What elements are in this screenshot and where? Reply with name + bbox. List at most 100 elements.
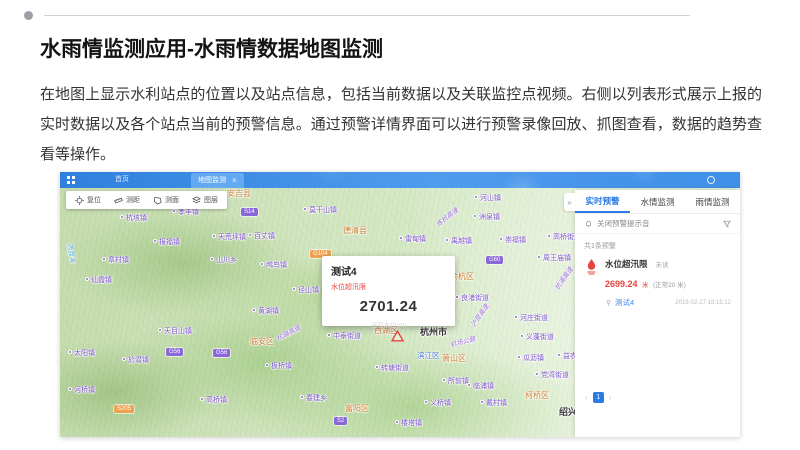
map-road-label: 杭瑞高速 [276, 325, 302, 343]
layers-icon [192, 196, 201, 205]
road-badge: S2 [334, 417, 347, 425]
map-town-label: 所前镇 [442, 378, 469, 385]
map-town-label: 报福镇 [153, 239, 180, 246]
map-town-label: 中泰街道 [327, 333, 361, 340]
map-town-label: 太阳镇 [68, 350, 95, 357]
map-town-label: 瓜沥镇 [517, 355, 544, 362]
pagination-prev-icon[interactable]: ‹ [585, 393, 588, 402]
water-level-alert-icon [584, 258, 599, 308]
toolbar-reset-button[interactable]: 复位 [75, 195, 101, 205]
user-avatar-icon[interactable] [707, 176, 715, 184]
map-road-label: 杭浦高速 [555, 267, 575, 292]
map-district-label: 德清县 [343, 227, 367, 235]
map-area-label: 滨江区 [417, 352, 440, 360]
slide-body-text: 在地图上显示水利站点的位置以及站点信息，包括当前数据以及关联监控点视频。右侧以列… [40, 80, 762, 170]
road-badge: G56 [166, 348, 183, 356]
toolbar-measure-area-label: 测面 [165, 195, 179, 205]
ruler-icon [114, 196, 123, 205]
popup-alert-text: 水位超汛限 [331, 282, 446, 292]
toolbar-measure-area-button[interactable]: 测面 [153, 195, 179, 205]
alert-station-link[interactable]: 测试4 [615, 297, 634, 308]
station-icon [605, 299, 612, 306]
app-screenshot: 首页 地图监测 × 复位测距测面图层 安吉县孝丰镇杭垓镇莫干山镇报福镇章村镇仙霞… [60, 172, 740, 437]
page-title: 水雨情监测应用-水雨情数据地图监测 [40, 33, 383, 63]
map-toolbar: 复位 测距 测面 图层 [66, 191, 227, 209]
alert-unit: 米 [642, 282, 649, 289]
warning-triangle-icon [391, 330, 404, 342]
map-town-label: 天目山镇 [158, 328, 192, 335]
bell-icon [584, 219, 593, 228]
close-tab-icon[interactable]: × [232, 177, 237, 185]
map-town-label: 黄湖镇 [252, 308, 279, 315]
map-road-label: 机场公路 [450, 337, 477, 350]
panel-collapse-button[interactable]: » [564, 193, 575, 211]
map-district-label: 临安区 [250, 338, 274, 346]
map-town-label: 径山镇 [292, 287, 319, 294]
pagination: ‹ 1 › [585, 392, 611, 403]
map-district-label: 萧山区 [442, 355, 466, 363]
map-road-label: 练杭高速 [436, 208, 460, 229]
panel-tab-water-monitor[interactable]: 水情监测 [630, 190, 685, 213]
alert-title: 水位超汛限 [605, 258, 648, 270]
filter-icon[interactable] [723, 220, 731, 228]
map-town-label: 禹越镇 [445, 238, 472, 245]
map-district-label: 富阳区 [345, 405, 369, 413]
panel-tab-rain-monitor[interactable]: 雨情监测 [685, 190, 740, 213]
map-town-label: 临浦镇 [467, 383, 494, 390]
map-town-label: 雷甸镇 [399, 236, 426, 243]
road-badge: G56 [213, 349, 230, 357]
map-town-label: 河山镇 [474, 195, 501, 202]
map-river-label: 西苕溪 [65, 243, 75, 263]
map-town-label: 於潜镇 [122, 357, 149, 364]
toolbar-layers-button[interactable]: 图层 [192, 195, 218, 205]
map-town-label: 鸬鸟镇 [260, 262, 287, 269]
map-town-label: 河桥镇 [68, 387, 95, 394]
crosshair-icon [75, 196, 84, 205]
mute-alert-row[interactable]: 关闭预警提示音 [575, 214, 740, 234]
road-badge: S14 [241, 208, 258, 216]
area-icon [153, 196, 162, 205]
map-town-label: 杭垓镇 [120, 215, 147, 222]
map-town-label: 高桥镇 [200, 397, 227, 404]
map-town-label: 崇福镇 [499, 237, 526, 244]
map-district-label: 柯桥区 [525, 392, 549, 400]
alert-value: 2699.24 [605, 279, 638, 289]
station-popup: 测试4 水位超汛限 2701.24 当前水位(m) [322, 256, 455, 326]
alert-panel: » 实时预警水情监测雨情监测 关闭预警提示音 共1条预警 [575, 190, 740, 437]
map-city-label: 杭州市 [420, 328, 447, 337]
map-town-label: 义桥镇 [424, 400, 451, 407]
map-town-label: 莫干山镇 [303, 207, 337, 214]
tab-map-monitor-label: 地图监测 [198, 173, 226, 188]
pagination-page-1[interactable]: 1 [593, 392, 604, 403]
map-town-label: 楼塔镇 [395, 420, 422, 427]
slide: 水雨情监测应用-水雨情数据地图监测 在地图上显示水利站点的位置以及站点信息，包括… [0, 0, 800, 450]
panel-tabs: 实时预警水情监测雨情监测 [575, 190, 740, 214]
map-town-label: 天荒坪镇 [212, 234, 246, 241]
pagination-next-icon[interactable]: › [609, 393, 612, 402]
map-road-label: 沪昆高速 [471, 304, 491, 329]
map-town-label: 章村镇 [102, 257, 129, 264]
popup-station-name: 测试4 [331, 263, 446, 278]
toolbar-layers-label: 图层 [204, 195, 218, 205]
unread-tag: 未读 [656, 259, 669, 269]
map-town-label: 良渚街道 [455, 295, 489, 302]
map-town-label: 山川乡 [210, 257, 237, 264]
apps-grid-icon[interactable] [67, 176, 75, 184]
tab-home[interactable]: 首页 [82, 172, 162, 188]
map-town-label: 周王庙镇 [537, 255, 571, 262]
map-district-label: 安吉县 [227, 190, 251, 198]
app-header-bar: 首页 地图监测 × [60, 172, 740, 188]
map-town-label: 转塘街道 [375, 365, 409, 372]
alert-station-marker[interactable] [391, 329, 404, 347]
map-town-label: 板桥镇 [265, 363, 292, 370]
alert-count-label: 共1条预警 [575, 234, 740, 251]
toolbar-reset-label: 复位 [87, 195, 101, 205]
alert-list-item[interactable]: 水位超汛限 未读 2699.24 米 (正常20 米) 测试4 [575, 251, 740, 308]
road-badge: G60 [486, 256, 503, 264]
map-town-label: 河庄街道 [514, 315, 548, 322]
map-town-label: 春建乡 [300, 395, 327, 402]
mute-alert-label: 关闭预警提示音 [597, 218, 650, 229]
panel-tab-realtime-alert[interactable]: 实时预警 [575, 190, 630, 213]
toolbar-measure-distance-button[interactable]: 测距 [114, 195, 140, 205]
tab-map-monitor[interactable]: 地图监测 × [191, 173, 244, 188]
